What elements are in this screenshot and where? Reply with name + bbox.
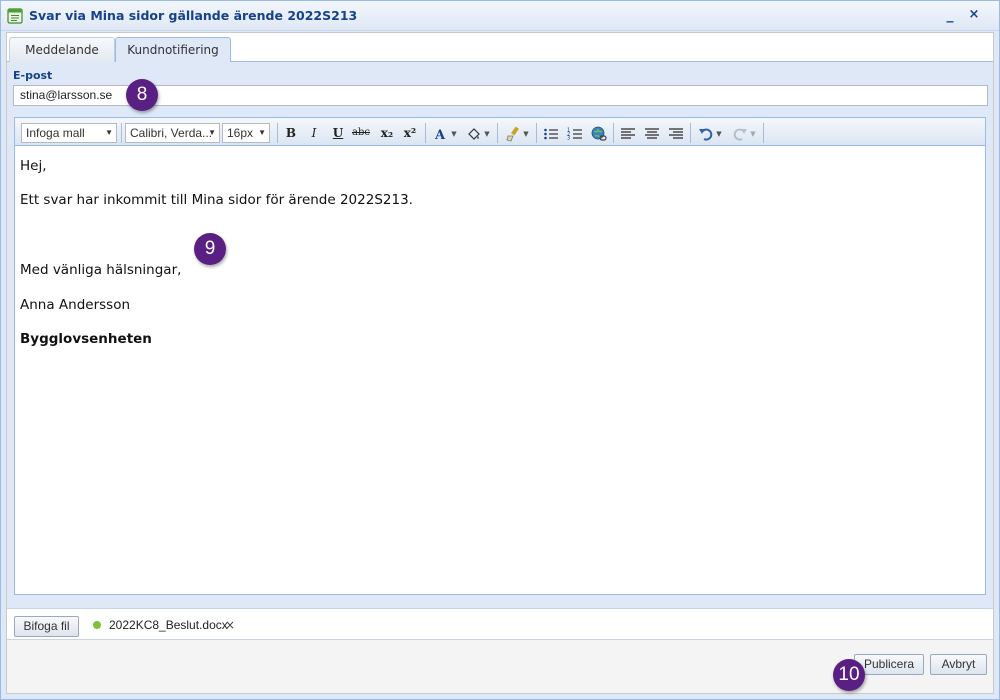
subscript-button[interactable]: x₂ — [377, 123, 397, 143]
chevron-down-icon: ▼ — [105, 128, 113, 137]
strikethrough-button[interactable]: abc — [351, 123, 371, 143]
font-size-value: 16px — [227, 126, 254, 140]
numbered-list-icon: 1 2 3 — [567, 127, 582, 141]
editor-line: Med vänliga hälsningar, — [20, 262, 182, 279]
redo-button[interactable]: ▼ — [729, 123, 759, 143]
minimize-button[interactable]: _ — [941, 6, 959, 24]
rich-text-editor: Infoga mall ▼ Calibri, Verda... ▼ 16px ▼… — [14, 117, 986, 595]
editor-line: Ett svar har inkommit till Mina sidor fö… — [20, 192, 413, 209]
globe-link-icon — [591, 126, 607, 141]
align-left-icon — [621, 127, 635, 139]
clean-format-button[interactable]: ▼ — [502, 123, 532, 143]
align-left-button[interactable] — [618, 123, 638, 143]
email-field[interactable]: stina@larsson.se — [13, 85, 988, 106]
insert-link-button[interactable] — [589, 123, 609, 143]
align-center-icon — [645, 127, 659, 139]
close-button[interactable]: × — [965, 6, 983, 24]
underline-button[interactable]: U — [328, 123, 348, 143]
paint-bucket-icon — [468, 127, 481, 140]
cancel-button[interactable]: Avbryt — [930, 654, 987, 675]
undo-icon — [699, 128, 713, 141]
insert-template-combo[interactable]: Infoga mall ▼ — [21, 123, 117, 143]
remove-file-icon[interactable]: × — [225, 618, 235, 632]
font-family-value: Calibri, Verda... — [130, 126, 213, 140]
bullet-list-icon — [544, 128, 558, 139]
file-status-dot — [93, 621, 101, 629]
insert-template-value: Infoga mall — [26, 126, 85, 140]
undo-button[interactable]: ▼ — [695, 123, 725, 143]
notification-form: E-post stina@larsson.se Infoga mall ▼ Ca… — [7, 62, 993, 608]
editor-line: Hej, — [20, 158, 47, 174]
toolbar-separator — [690, 123, 691, 143]
align-right-button[interactable] — [666, 123, 686, 143]
font-family-combo[interactable]: Calibri, Verda... ▼ — [125, 123, 220, 143]
chevron-down-icon: ▼ — [523, 129, 529, 138]
font-size-combo[interactable]: 16px ▼ — [222, 123, 270, 143]
editor-blank-line — [20, 225, 980, 261]
attached-file-name[interactable]: 2022KC8_Beslut.docx — [109, 618, 228, 632]
callout-badge-9: 9 — [194, 233, 226, 265]
window-title: Svar via Mina sidor gällande ärende 2022… — [29, 8, 358, 23]
editor-content[interactable]: Hej, Ett svar har inkommit till Mina sid… — [15, 147, 985, 594]
email-label: E-post — [13, 69, 53, 82]
title-bar[interactable]: Svar via Mina sidor gällande ärende 2022… — [1, 1, 999, 31]
chevron-down-icon: ▼ — [208, 128, 216, 137]
toolbar-separator — [763, 123, 764, 143]
tab-kundnotifiering[interactable]: Kundnotifiering — [115, 37, 231, 63]
callout-badge-8: 8 — [126, 79, 158, 111]
tab-meddelande[interactable]: Meddelande — [9, 37, 115, 63]
toolbar-separator — [536, 123, 537, 143]
toolbar-separator — [497, 123, 498, 143]
align-center-button[interactable] — [642, 123, 662, 143]
highlight-color-button[interactable]: ▼ — [463, 123, 493, 143]
chevron-down-icon: ▼ — [451, 129, 457, 138]
toolbar-separator — [425, 123, 426, 143]
font-color-icon: A — [434, 128, 446, 143]
svg-text:3: 3 — [567, 135, 570, 141]
superscript-button[interactable]: x² — [400, 123, 420, 143]
chevron-down-icon: ▼ — [716, 129, 722, 138]
chevron-down-icon: ▼ — [750, 129, 756, 138]
svg-text:A: A — [434, 128, 446, 142]
editor-line: Bygglovsenheten — [20, 330, 152, 347]
bold-button[interactable]: B — [281, 123, 301, 143]
callout-badge-10: 10 — [833, 659, 865, 691]
editor-toolbar: Infoga mall ▼ Calibri, Verda... ▼ 16px ▼… — [15, 118, 985, 146]
form-icon — [7, 8, 23, 24]
toolbar-separator — [277, 123, 278, 143]
toolbar-separator — [121, 123, 122, 143]
attachment-bar: Bifoga fil 2022KC8_Beslut.docx × — [7, 608, 993, 640]
numbered-list-button[interactable]: 1 2 3 — [565, 123, 585, 143]
brush-icon — [506, 126, 520, 141]
tab-bar: Meddelande Kundnotifiering — [7, 33, 993, 63]
bullet-list-button[interactable] — [541, 123, 561, 143]
chevron-down-icon: ▼ — [258, 128, 266, 137]
align-right-icon — [669, 127, 683, 139]
attach-file-button[interactable]: Bifoga fil — [14, 616, 79, 637]
font-color-button[interactable]: A ▼ — [430, 123, 460, 143]
editor-line: Anna Andersson — [20, 296, 131, 313]
italic-button[interactable]: I — [304, 123, 324, 143]
toolbar-separator — [613, 123, 614, 143]
chevron-down-icon: ▼ — [484, 129, 490, 138]
dialog-content: Meddelande Kundnotifiering E-post stina@… — [6, 32, 994, 694]
redo-icon — [734, 128, 748, 141]
